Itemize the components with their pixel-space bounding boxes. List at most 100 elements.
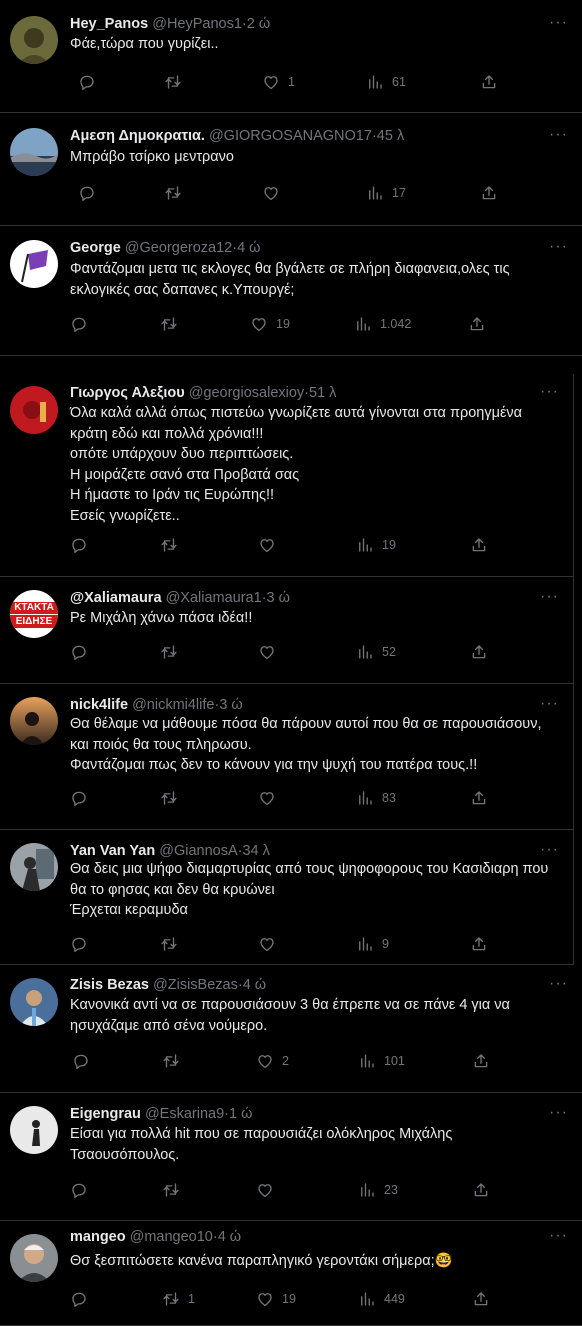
share-button[interactable]: [472, 1051, 490, 1071]
timestamp[interactable]: 4 ώ: [218, 1229, 241, 1245]
views-button[interactable]: 23: [358, 1180, 398, 1200]
share-button[interactable]: [480, 183, 498, 203]
display-name[interactable]: Yan Van Yan: [70, 843, 155, 859]
reply-button[interactable]: [70, 788, 96, 808]
timestamp[interactable]: 4 ώ: [243, 977, 266, 993]
like-button[interactable]: [258, 642, 284, 662]
tweet[interactable]: Yan Van Yan @GiannosA·34 λ ··· Θα δεις μια…: [0, 830, 574, 965]
display-name[interactable]: mangeo: [70, 1229, 126, 1245]
avatar[interactable]: [10, 128, 58, 176]
views-button[interactable]: 1.042: [354, 314, 411, 334]
more-options-icon[interactable]: ···: [540, 383, 559, 401]
display-name[interactable]: Eigengrau: [70, 1106, 141, 1122]
timestamp[interactable]: 45 λ: [377, 128, 404, 144]
display-name[interactable]: Αμεση Δημοκρατια.: [70, 128, 205, 144]
reply-button[interactable]: [70, 934, 96, 954]
user-handle[interactable]: @Georgeroza12: [125, 240, 232, 256]
views-button[interactable]: 9: [356, 934, 389, 954]
timestamp[interactable]: 34 λ: [242, 843, 269, 859]
like-button[interactable]: 2: [256, 1051, 289, 1071]
tweet[interactable]: nick4life @nickmi4life·3 ώ ··· Θα θέλαμε ν…: [0, 684, 574, 830]
retweet-button[interactable]: [160, 535, 186, 555]
user-handle[interactable]: @nickmi4life: [132, 697, 214, 713]
retweet-button[interactable]: [162, 1051, 188, 1071]
more-options-icon[interactable]: ···: [540, 841, 559, 859]
views-button[interactable]: 449: [358, 1289, 405, 1309]
timestamp[interactable]: 1 ώ: [229, 1106, 252, 1122]
user-handle[interactable]: @Eskarina9: [145, 1106, 224, 1122]
retweet-button[interactable]: [160, 314, 186, 334]
reply-button[interactable]: [72, 1051, 98, 1071]
retweet-button[interactable]: 1: [162, 1289, 195, 1309]
user-handle[interactable]: @GIORGOSANAGNO17: [209, 128, 372, 144]
share-button[interactable]: [472, 1180, 490, 1200]
display-name[interactable]: George: [70, 240, 121, 256]
more-options-icon[interactable]: ···: [549, 1227, 568, 1245]
retweet-button[interactable]: [160, 642, 186, 662]
reply-button[interactable]: [70, 1180, 96, 1200]
tweet[interactable]: George @Georgeroza12·4 ώ ··· Φαντάζομαι με…: [0, 226, 582, 356]
avatar[interactable]: [10, 16, 58, 64]
timestamp[interactable]: 3 ώ: [267, 590, 290, 606]
user-handle[interactable]: @HeyPanos1: [152, 16, 242, 32]
display-name[interactable]: Γιωργος Αλεξιου: [70, 385, 185, 401]
retweet-button[interactable]: [160, 788, 186, 808]
more-options-icon[interactable]: ···: [540, 695, 559, 713]
like-button[interactable]: [262, 183, 288, 203]
like-button[interactable]: [258, 535, 284, 555]
more-options-icon[interactable]: ···: [540, 588, 559, 606]
tweet[interactable]: ΚΤΑΚΤΑ ΕΙΔΗΣΕ @Xaliamaura @Xaliamaura1·3 ώ…: [0, 577, 574, 684]
like-button[interactable]: [256, 1180, 282, 1200]
share-button[interactable]: [480, 72, 498, 92]
tweet[interactable]: Γιωργος Αλεξιου @georgiosalexioy·51 λ ···…: [0, 374, 574, 577]
reply-button[interactable]: [70, 314, 96, 334]
like-button[interactable]: 1: [262, 72, 295, 92]
views-button[interactable]: 19: [356, 535, 396, 555]
share-button[interactable]: [468, 314, 486, 334]
tweet[interactable]: Zisis Bezas @ZisisBezas·4 ώ ··· Κανονικά α…: [0, 965, 582, 1093]
views-button[interactable]: 101: [358, 1051, 405, 1071]
retweet-button[interactable]: [162, 1180, 188, 1200]
timestamp[interactable]: 51 λ: [309, 385, 336, 401]
reply-button[interactable]: [78, 72, 104, 92]
more-options-icon[interactable]: ···: [549, 126, 568, 144]
display-name[interactable]: nick4life: [70, 697, 128, 713]
user-handle[interactable]: @Xaliamaura1: [166, 590, 262, 606]
reply-button[interactable]: [70, 535, 96, 555]
user-handle[interactable]: @mangeo10: [130, 1229, 213, 1245]
like-button[interactable]: [258, 934, 284, 954]
user-handle[interactable]: @ZisisBezas: [153, 977, 238, 993]
retweet-button[interactable]: [164, 72, 190, 92]
more-options-icon[interactable]: ···: [549, 238, 568, 256]
more-options-icon[interactable]: ···: [549, 975, 568, 993]
share-button[interactable]: [470, 642, 488, 662]
share-button[interactable]: [470, 934, 488, 954]
like-button[interactable]: [258, 788, 284, 808]
tweet[interactable]: mangeo @mangeo10·4 ώ ··· Θσ ξεσπιτώσετε κα…: [0, 1221, 582, 1326]
retweet-button[interactable]: [160, 934, 186, 954]
avatar[interactable]: [10, 978, 58, 1026]
views-button[interactable]: 52: [356, 642, 396, 662]
display-name[interactable]: Zisis Bezas: [70, 977, 149, 993]
views-button[interactable]: 61: [366, 72, 406, 92]
reply-button[interactable]: [70, 642, 96, 662]
share-button[interactable]: [470, 535, 488, 555]
views-button[interactable]: 17: [366, 183, 406, 203]
more-options-icon[interactable]: ···: [549, 14, 568, 32]
avatar[interactable]: [10, 1234, 58, 1282]
avatar[interactable]: [10, 843, 58, 891]
display-name[interactable]: Hey_Panos: [70, 16, 148, 32]
avatar[interactable]: [10, 240, 58, 288]
retweet-button[interactable]: [164, 183, 190, 203]
reply-button[interactable]: [78, 183, 104, 203]
like-button[interactable]: 19: [256, 1289, 296, 1309]
user-handle[interactable]: @georgiosalexioy: [189, 385, 304, 401]
timestamp[interactable]: 3 ώ: [219, 697, 242, 713]
reply-button[interactable]: [70, 1289, 96, 1309]
share-button[interactable]: [470, 788, 488, 808]
display-name[interactable]: @Xaliamaura: [70, 590, 162, 606]
tweet[interactable]: Hey_Panos @HeyPanos1·2 ώ ··· Φάε,τώρα που …: [0, 0, 582, 113]
views-button[interactable]: 83: [356, 788, 396, 808]
avatar[interactable]: [10, 697, 58, 745]
tweet[interactable]: Eigengrau @Eskarina9·1 ώ ··· Είσαι για πολ…: [0, 1093, 582, 1221]
